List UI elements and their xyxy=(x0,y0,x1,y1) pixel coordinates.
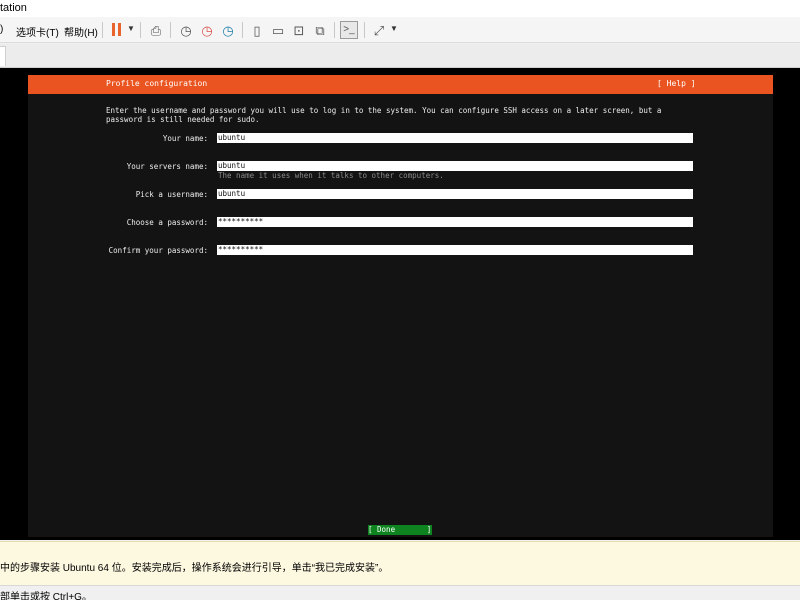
intro-line: password is still needed for sudo. xyxy=(106,115,260,124)
pause-icon-bar[interactable] xyxy=(118,23,121,36)
toolbar-separator xyxy=(140,22,141,38)
toolbar-separator xyxy=(102,22,103,38)
thumbnail-bar-icon[interactable]: ▭ xyxy=(269,21,287,39)
menu-item-partial[interactable]: ) xyxy=(0,24,3,35)
confirm-password-label: Confirm your password: xyxy=(108,246,208,255)
confirm-password-input[interactable]: ********** xyxy=(217,245,693,255)
pause-icon[interactable] xyxy=(112,23,115,36)
toolbar-separator xyxy=(170,22,171,38)
fullscreen-icon[interactable]: ⤢ xyxy=(370,21,388,39)
intro-line: Enter the username and password you will… xyxy=(106,106,662,115)
snapshot-manager-icon[interactable]: ◷ xyxy=(219,21,237,39)
installer-title: Profile configuration xyxy=(106,79,208,88)
revert-snapshot-icon[interactable]: ◷ xyxy=(198,21,216,39)
your-name-label: Your name: xyxy=(162,134,208,143)
username-input[interactable]: ubuntu xyxy=(217,189,693,199)
toolbar-separator xyxy=(242,22,243,38)
servers-name-input[interactable]: ubuntu xyxy=(217,161,693,171)
status-bar: 部单击或按 Ctrl+G。 xyxy=(0,585,800,600)
vm-console[interactable]: Profile configuration [ Help ] Enter the… xyxy=(0,68,800,540)
install-notice: 中的步骤安装 Ubuntu 64 位。安装完成后，操作系统会进行引导，单击“我已… xyxy=(0,541,800,585)
window-title: tation xyxy=(0,2,27,14)
menu-item-help[interactable]: 帮助(H) xyxy=(64,24,98,39)
username-label: Pick a username: xyxy=(135,190,208,199)
console-view-icon[interactable]: >_ xyxy=(340,21,358,39)
toolbar-separator xyxy=(334,22,335,38)
done-button[interactable]: [ Done ] xyxy=(368,525,432,535)
vm-tab-strip xyxy=(0,44,800,68)
install-notice-text: 中的步骤安装 Ubuntu 64 位。安装完成后，操作系统会进行引导，单击“我已… xyxy=(0,563,389,574)
toolbar-separator xyxy=(364,22,365,38)
menu-item-tabs[interactable]: 选项卡(T) xyxy=(16,24,59,39)
installer-header: Profile configuration [ Help ] xyxy=(28,75,773,94)
servers-name-label: Your servers name: xyxy=(126,162,208,171)
show-library-icon[interactable]: ▯ xyxy=(248,21,266,39)
send-keys-icon[interactable]: ⎙ xyxy=(147,21,165,39)
servers-name-hint: The name it uses when it talks to other … xyxy=(218,171,444,180)
dropdown-caret-icon[interactable]: ▼ xyxy=(127,24,135,33)
password-input[interactable]: ********** xyxy=(217,217,693,227)
password-label: Choose a password: xyxy=(126,218,208,227)
fullscreen-dropdown-caret-icon[interactable]: ▼ xyxy=(390,24,398,33)
help-button[interactable]: [ Help ] xyxy=(657,79,696,88)
installer-intro: Enter the username and password you will… xyxy=(106,106,706,124)
menu-toolbar: ) 选项卡(T) 帮助(H) ▼ ⎙ ◷ ◷ ◷ ▯ ▭ ⊡ ⧉ >_ ⤢ ▼ xyxy=(0,17,800,43)
status-bar-text: 部单击或按 Ctrl+G。 xyxy=(0,592,92,600)
installer-screen: Profile configuration [ Help ] Enter the… xyxy=(28,75,773,537)
unity-view-icon[interactable]: ⧉ xyxy=(311,21,329,39)
window-titlebar: tation xyxy=(0,0,800,17)
fit-window-icon[interactable]: ⊡ xyxy=(290,21,308,39)
snapshot-icon[interactable]: ◷ xyxy=(177,21,195,39)
vm-tab[interactable] xyxy=(0,46,6,66)
your-name-input[interactable]: ubuntu xyxy=(217,133,693,143)
